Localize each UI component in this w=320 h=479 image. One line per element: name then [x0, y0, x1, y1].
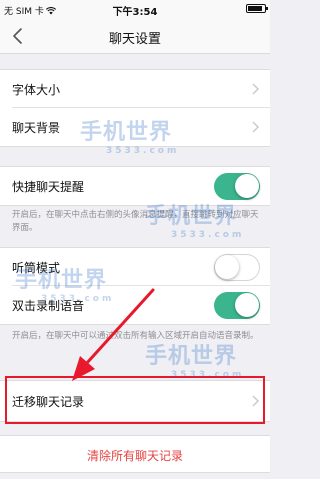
- watermark-subtext: 3533.com: [106, 146, 180, 156]
- status-icons: [246, 4, 268, 13]
- chat-background-row[interactable]: 聊天背景: [12, 108, 270, 146]
- chat-background-label: 聊天背景: [12, 121, 61, 135]
- quick-reminder-row: 快捷聊天提醒: [12, 167, 270, 205]
- chevron-right-icon: [252, 83, 259, 95]
- double-tap-voice-toggle[interactable]: [214, 292, 260, 319]
- clock: 下午3:54: [112, 7, 158, 18]
- double-tap-voice-note: 开启后，在聊天中可以通过双击所有输入区域开启自动语音录制。: [12, 331, 259, 341]
- quick-reminder-note: 开启后，在聊天中点击右侧的头像消息提醒，直接跳转到对应聊天界面。: [12, 210, 259, 233]
- watermark: 手机世界 3533.com: [145, 338, 244, 380]
- font-size-label: 字体大小: [12, 83, 61, 97]
- page-title: 聊天设置: [108, 32, 161, 47]
- battery-icon: [246, 4, 268, 13]
- watermark-subtext: 3533.com: [171, 370, 245, 380]
- appearance-group: 字体大小 聊天背景: [0, 69, 270, 147]
- status-bar: 无 SIM 卡 下午3:54: [0, 0, 270, 18]
- earpiece-mode-toggle[interactable]: [214, 254, 260, 281]
- earpiece-mode-label: 听筒模式: [12, 261, 61, 275]
- toggle-knob: [235, 293, 259, 317]
- double-tap-voice-label: 双击录制语音: [12, 299, 85, 313]
- clear-all-button[interactable]: 清除所有聊天记录: [0, 435, 270, 473]
- quick-reminder-label: 快捷聊天提醒: [12, 180, 85, 194]
- migrate-chat-row[interactable]: 迁移聊天记录: [12, 381, 270, 421]
- quick-reminder-toggle[interactable]: [214, 173, 260, 200]
- migrate-group: 迁移聊天记录: [0, 380, 270, 422]
- voice-group: 听筒模式 双击录制语音: [0, 247, 270, 325]
- migrate-chat-label: 迁移聊天记录: [12, 395, 85, 409]
- clear-all-label: 清除所有聊天记录: [86, 449, 183, 463]
- toggle-knob: [215, 255, 239, 279]
- toggle-knob: [235, 174, 259, 198]
- double-tap-voice-row: 双击录制语音: [12, 286, 270, 324]
- chevron-right-icon: [252, 121, 259, 133]
- earpiece-mode-row: 听筒模式: [12, 248, 270, 286]
- chevron-right-icon: [252, 395, 259, 407]
- font-size-row[interactable]: 字体大小: [12, 70, 270, 108]
- navigation-bar: 聊天设置: [0, 18, 270, 54]
- quick-reminder-group: 快捷聊天提醒: [0, 166, 270, 206]
